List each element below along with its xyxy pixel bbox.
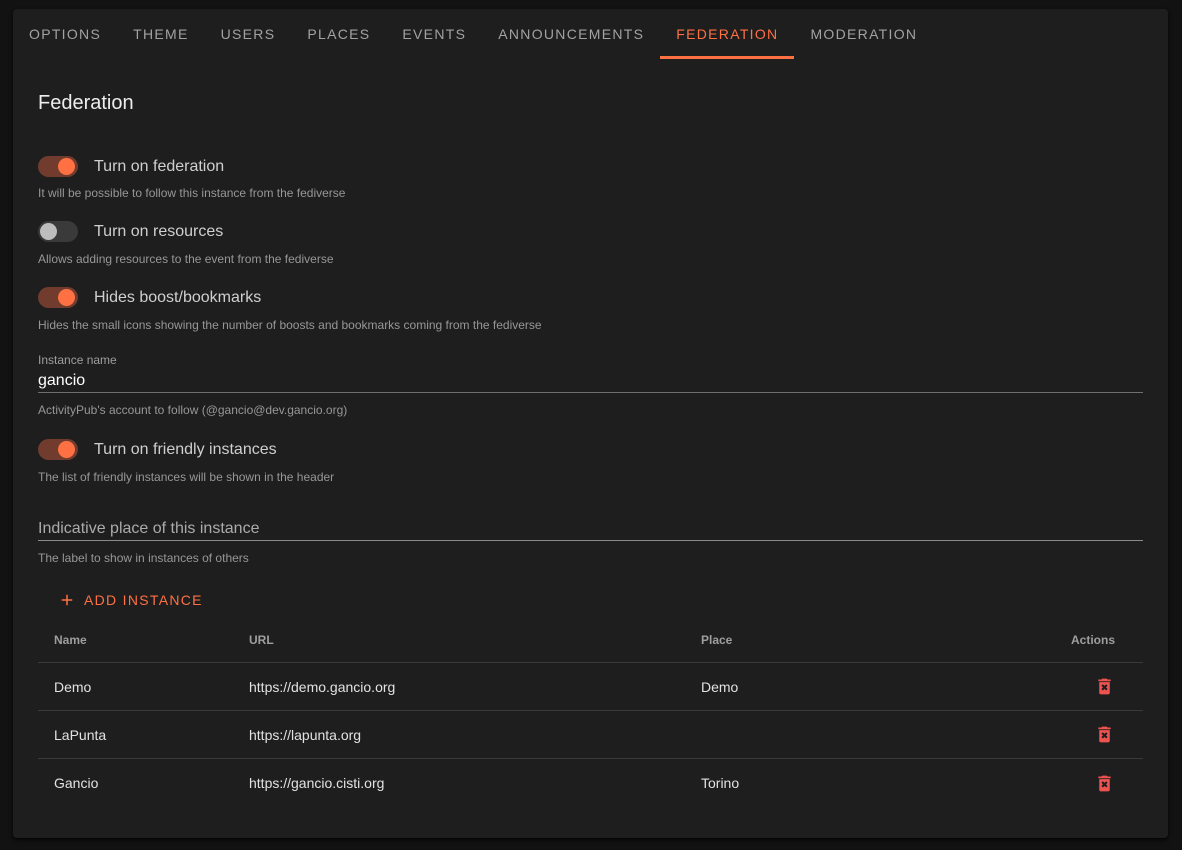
resources-toggle[interactable] — [38, 221, 78, 242]
delete-instance-button[interactable] — [1094, 676, 1115, 697]
toggle-thumb — [58, 158, 75, 175]
delete-icon — [1094, 676, 1115, 697]
friendly-instances-toggle[interactable] — [38, 439, 78, 460]
delete-instance-button[interactable] — [1094, 724, 1115, 745]
federation-toggle-hint: It will be possible to follow this insta… — [38, 186, 1143, 200]
federation-toggle[interactable] — [38, 156, 78, 177]
add-instance-label: ADD INSTANCE — [84, 592, 203, 608]
hide-boosts-toggle-hint: Hides the small icons showing the number… — [38, 318, 1143, 332]
tab-moderation[interactable]: MODERATION — [794, 9, 933, 59]
friendly-instances-toggle-label: Turn on friendly instances — [94, 441, 277, 459]
tab-options[interactable]: OPTIONS — [13, 9, 117, 59]
delete-icon — [1094, 724, 1115, 745]
tab-places[interactable]: PLACES — [291, 9, 386, 59]
delete-icon — [1094, 773, 1115, 794]
tab-theme[interactable]: THEME — [117, 9, 205, 59]
table-row: Gancio https://gancio.cisti.org Torino — [38, 759, 1143, 807]
resources-toggle-hint: Allows adding resources to the event fro… — [38, 252, 1143, 266]
cell-place: Torino — [701, 775, 984, 791]
delete-instance-button[interactable] — [1094, 773, 1115, 794]
page-title: Federation — [38, 92, 1143, 115]
cell-place: Demo — [701, 679, 984, 695]
instance-name-label: Instance name — [38, 353, 1143, 367]
tab-users[interactable]: USERS — [205, 9, 292, 59]
header-url: URL — [249, 633, 701, 647]
federation-toggle-label: Turn on federation — [94, 158, 224, 176]
toggle-thumb — [58, 289, 75, 306]
cell-name: Demo — [38, 679, 249, 695]
add-instance-button[interactable]: ADD INSTANCE — [50, 582, 211, 618]
tab-announcements[interactable]: ANNOUNCEMENTS — [482, 9, 660, 59]
resources-toggle-label: Turn on resources — [94, 223, 223, 241]
table-row: LaPunta https://lapunta.org — [38, 711, 1143, 759]
friendly-instances-toggle-hint: The list of friendly instances will be s… — [38, 470, 1143, 484]
cell-name: Gancio — [38, 775, 249, 791]
header-place: Place — [701, 633, 984, 647]
instance-name-hint: ActivityPub's account to follow (@gancio… — [38, 403, 1143, 417]
toggle-thumb — [40, 223, 57, 240]
header-actions: Actions — [984, 633, 1143, 647]
instances-table: Name URL Place Actions Demo https://demo… — [38, 618, 1143, 807]
tab-events[interactable]: EVENTS — [386, 9, 482, 59]
header-name: Name — [38, 633, 249, 647]
admin-tabs: OPTIONS THEME USERS PLACES EVENTS ANNOUN… — [13, 9, 1168, 59]
cell-url: https://demo.gancio.org — [249, 679, 701, 695]
tab-federation[interactable]: FEDERATION — [660, 9, 794, 59]
cell-url: https://gancio.cisti.org — [249, 775, 701, 791]
toggle-thumb — [58, 441, 75, 458]
instances-table-header: Name URL Place Actions — [38, 618, 1143, 663]
admin-panel-card: OPTIONS THEME USERS PLACES EVENTS ANNOUN… — [13, 9, 1168, 838]
hide-boosts-toggle-label: Hides boost/bookmarks — [94, 289, 261, 307]
table-row: Demo https://demo.gancio.org Demo — [38, 663, 1143, 711]
hide-boosts-toggle[interactable] — [38, 287, 78, 308]
plus-icon — [58, 591, 76, 609]
instance-place-hint: The label to show in instances of others — [38, 551, 1143, 565]
instance-place-input[interactable] — [38, 519, 1143, 541]
instance-name-input[interactable] — [38, 371, 1143, 393]
cell-name: LaPunta — [38, 727, 249, 743]
cell-url: https://lapunta.org — [249, 727, 701, 743]
